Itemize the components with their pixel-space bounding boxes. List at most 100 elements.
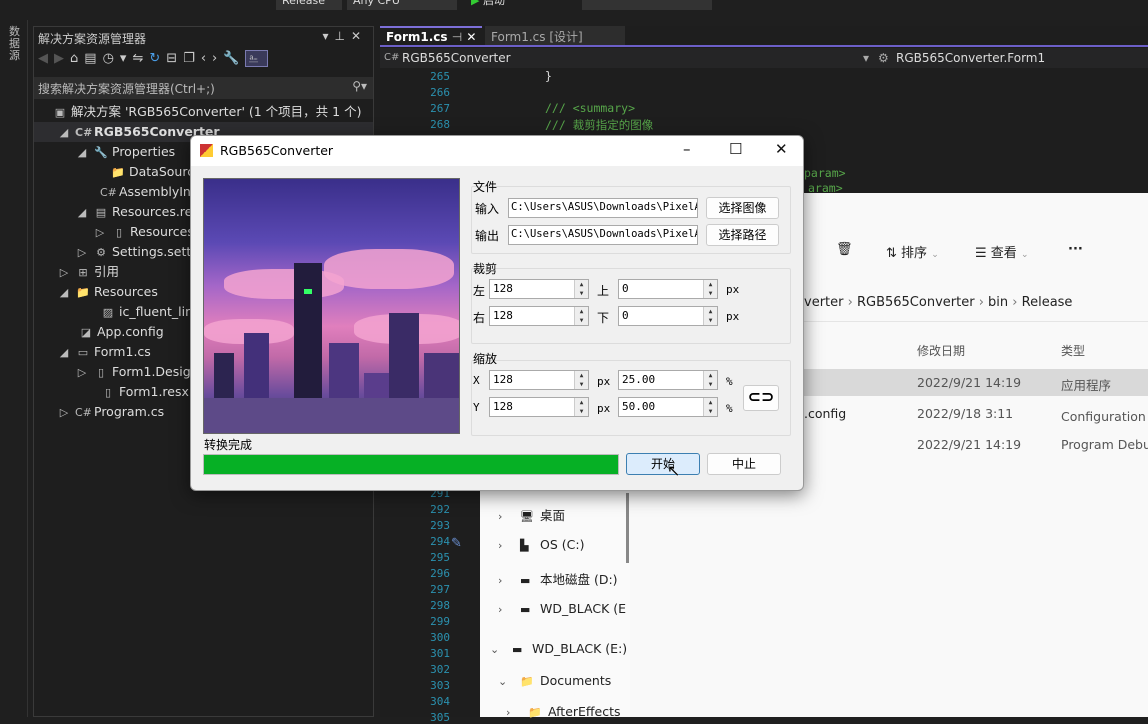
spin-arrows-icon[interactable]: ▲ ▼ [703,371,717,389]
nav-item[interactable]: › ▬ WD_BLACK (E [498,601,626,616]
chevron-icon[interactable]: ⌄ [498,675,520,688]
nav-item[interactable]: › 🖥 桌面 [498,505,565,524]
tree-item[interactable]: ▨ ic_fluent_link [100,302,200,322]
chevron-icon[interactable]: › [498,539,520,552]
forward-icon[interactable]: ▶ [54,51,70,66]
expand-icon[interactable]: ◢ [74,143,90,163]
code-icon[interactable]: ‹› [201,51,223,66]
scale-y-stepper[interactable]: 128 ▲ ▼ [489,397,589,417]
column-header-type[interactable]: 类型 [1061,342,1085,359]
search-input[interactable]: 搜索解决方案资源管理器(Ctrl+;) ⚲▾ [34,77,373,99]
back-icon[interactable]: ◀ [38,51,54,66]
nav-item[interactable]: › ▙ OS (C:) [498,537,584,552]
history-icon[interactable]: ◷▾ [103,51,133,66]
spin-arrows-icon[interactable]: ▲ ▼ [703,307,717,325]
pin-icon[interactable]: ⊣ [452,30,462,44]
crop-bottom-stepper[interactable]: 0 ▲ ▼ [618,306,718,326]
tab-form1-cs[interactable]: Form1.cs ⊣ ✕ [380,26,483,45]
home-icon[interactable]: ⌂ [70,51,84,66]
chevron-icon[interactable]: › [506,706,528,719]
more-button[interactable]: ··· [1068,242,1083,257]
start-button[interactable]: 开始 [626,453,700,475]
spin-arrows-icon[interactable]: ▲ ▼ [703,398,717,416]
tree-item[interactable]: ▷ ⊞ 引用 [56,262,119,282]
expand-icon[interactable]: ▷ [74,243,90,263]
dropdown-icon[interactable]: ▾ [322,29,334,43]
crop-top-stepper[interactable]: 0 ▲ ▼ [618,279,718,299]
close-tab-icon[interactable]: ✕ [466,30,476,44]
output-path-field[interactable]: C:\Users\ASUS\Downloads\PixelAr [508,225,698,245]
start-button[interactable]: ▶ 启动 [465,0,511,10]
file-row[interactable]: .config 2022/9/18 3:11 Configuration 源 [804,400,1148,427]
spin-arrows-icon[interactable]: ▲ ▼ [574,371,588,389]
chevron-icon[interactable]: › [498,510,520,523]
scale-x-percent-stepper[interactable]: 25.00 ▲ ▼ [618,370,718,390]
stop-button[interactable]: 中止 [707,453,781,475]
tree-item[interactable]: ◢ 🔧 Properties [74,142,175,162]
expand-icon[interactable]: ◢ [56,123,72,143]
chevron-down-icon[interactable]: ▾ [863,48,869,68]
file-row[interactable]: 2022/9/21 14:19 应用程序 [804,369,1148,396]
class-dropdown[interactable]: RGB565Converter.Form1 [896,48,1045,68]
config-dropdown[interactable]: Release [276,0,342,10]
tree-item[interactable]: ◪ App.config [78,322,164,342]
view-button[interactable]: ☰ 查看 ⌄ [975,242,1029,261]
platform-dropdown[interactable]: Any CPU [347,0,457,10]
refresh-icon[interactable]: ↻ [149,51,166,66]
minimize-icon[interactable]: – [683,140,691,158]
crop-right-stepper[interactable]: 128 ▲ ▼ [489,306,589,326]
link-aspect-button[interactable]: ⊂⊃ [743,385,779,411]
input-path-field[interactable]: C:\Users\ASUS\Downloads\PixelAr [508,198,698,218]
breadcrumb-item[interactable]: RGB565Converter [857,295,975,310]
nav-item[interactable]: ⌄ ▬ WD_BLACK (E:) [490,641,627,656]
expand-icon[interactable]: ▷ [92,223,108,243]
spin-arrows-icon[interactable]: ▲ ▼ [574,280,588,298]
data-sources-tab[interactable]: 数据源 [9,26,23,62]
pin-icon[interactable]: ⊥ [334,29,350,43]
sort-button[interactable]: ⇅ 排序 ⌄ [886,242,939,261]
file-row[interactable]: 2022/9/21 14:19 Program Debu [804,431,1148,458]
nav-scrollbar[interactable] [626,493,629,563]
breadcrumb-item[interactable]: bin [988,295,1008,310]
screwdriver-icon[interactable]: ✎ [451,536,462,551]
chevron-icon[interactable]: › [498,603,520,616]
scale-y-percent-stepper[interactable]: 50.00 ▲ ▼ [618,397,718,417]
tree-item[interactable]: ▷ C# Program.cs [56,402,164,422]
scale-x-stepper[interactable]: 128 ▲ ▼ [489,370,589,390]
breadcrumb-item[interactable]: verter [804,295,843,310]
tree-item[interactable]: ◢ 📁 Resources [56,282,158,302]
expand-icon[interactable]: ◢ [74,203,90,223]
nav-item[interactable]: › ▬ 本地磁盘 (D:) [498,569,618,588]
close-icon[interactable]: ✕ [775,140,788,158]
tree-item[interactable]: ▯ Form1.resx [100,382,189,402]
crop-left-stepper[interactable]: 128 ▲ ▼ [489,279,589,299]
collapse-icon[interactable]: ⊟ [166,51,183,66]
sync-icon[interactable]: ⇋ [132,51,149,66]
target-dropdown[interactable] [582,0,712,10]
maximize-icon[interactable]: ☐ [729,140,742,158]
chevron-icon[interactable]: › [498,574,520,587]
preview-icon[interactable]: ⎁ [245,50,268,67]
nav-item[interactable]: ⌄ 📁 Documents [498,673,611,688]
select-image-button[interactable]: 选择图像 [706,197,779,219]
tree-item[interactable]: ◢ ▭ Form1.cs [56,342,151,362]
search-icon[interactable]: ⚲▾ [352,79,367,93]
spin-arrows-icon[interactable]: ▲ ▼ [574,398,588,416]
project-dropdown[interactable]: RGB565Converter [402,48,511,68]
select-path-button[interactable]: 选择路径 [706,224,779,246]
spin-arrows-icon[interactable]: ▲ ▼ [574,307,588,325]
expand-icon[interactable]: ◢ [56,343,72,363]
expand-icon[interactable]: ▷ [56,403,72,423]
expand-icon[interactable]: ◢ [56,283,72,303]
column-header-date[interactable]: 修改日期 [917,342,965,359]
tab-form1-design[interactable]: Form1.cs [设计] [485,26,625,45]
chevron-icon[interactable]: ⌄ [490,643,512,656]
expand-icon[interactable]: ▷ [56,263,72,283]
delete-icon[interactable]: 🗑 [836,242,853,257]
tree-item[interactable]: ◢ ▤ Resources.resx [74,202,207,223]
close-icon[interactable]: ✕ [351,29,367,43]
copy-icon[interactable]: ❐ [183,51,201,66]
expand-icon[interactable]: ▷ [74,363,90,383]
wrench-icon[interactable]: 🔧 [223,51,245,66]
breadcrumb-item[interactable]: Release [1022,295,1073,310]
